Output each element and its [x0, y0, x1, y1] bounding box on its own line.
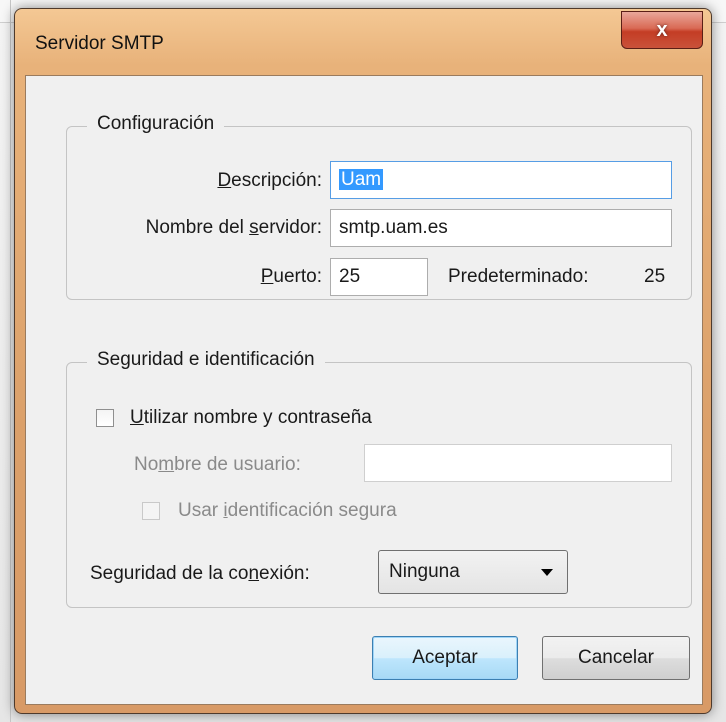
- close-button[interactable]: x: [621, 11, 703, 49]
- usuario-label: Nombre de usuario:: [134, 454, 301, 475]
- configuracion-legend: Configuración: [87, 113, 225, 135]
- ident-segura-label: Usar identificación segura: [178, 500, 397, 521]
- predeterminado-label: Predeterminado:: [448, 266, 589, 287]
- puerto-input[interactable]: 25: [330, 258, 428, 296]
- dialog-title: Servidor SMTP: [35, 33, 164, 54]
- title-bar[interactable]: Servidor SMTP x: [15, 9, 711, 75]
- descripcion-value: Uam: [339, 169, 384, 190]
- puerto-value: 25: [339, 266, 361, 287]
- descripcion-input[interactable]: Uam: [330, 161, 672, 199]
- dialog-content: Configuración Descripción: Uam Nombre de…: [25, 75, 703, 705]
- seguridad-legend: Seguridad e identificación: [87, 349, 325, 371]
- ident-segura-checkbox[interactable]: [142, 502, 160, 520]
- predeterminado-value: 25: [644, 266, 666, 287]
- background-divider: [10, 0, 11, 722]
- puerto-label: Puerto:: [260, 266, 322, 287]
- servidor-value: smtp.uam.es: [339, 217, 448, 238]
- smtp-server-dialog: Servidor SMTP x Configuración Descripció…: [14, 8, 712, 714]
- close-icon: x: [656, 18, 668, 41]
- descripcion-label: Descripción:: [217, 170, 322, 191]
- usar-password-label[interactable]: Utilizar nombre y contraseña: [130, 407, 372, 429]
- aceptar-button[interactable]: Aceptar: [372, 636, 518, 680]
- cancelar-button[interactable]: Cancelar: [542, 636, 690, 680]
- conexion-label: Seguridad de la conexión:: [90, 563, 310, 584]
- servidor-input[interactable]: smtp.uam.es: [330, 209, 672, 247]
- usar-password-checkbox[interactable]: [96, 409, 114, 427]
- conexion-select[interactable]: Ninguna: [378, 550, 568, 594]
- servidor-label: Nombre del servidor:: [145, 217, 322, 238]
- chevron-down-icon: [541, 569, 553, 576]
- conexion-value: Ninguna: [389, 561, 460, 582]
- usuario-input[interactable]: [364, 444, 672, 482]
